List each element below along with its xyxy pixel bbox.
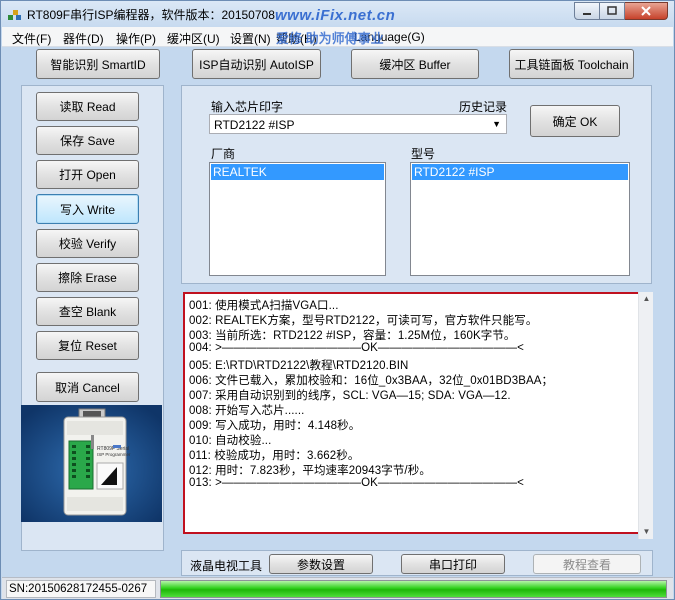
serial-print-button[interactable]: 串口打印	[401, 554, 505, 574]
log-line: 001: 使用模式A扫描VGA口...	[189, 300, 339, 312]
log-line: 006: 文件已载入，累加校验和：16位_0x3BAA，32位_0x01BD3B…	[189, 375, 554, 387]
write-button[interactable]: 写入 Write	[36, 194, 139, 224]
reset-button[interactable]: 复位 Reset	[36, 331, 139, 360]
app-icon	[8, 10, 21, 20]
vendor-label: 厂商	[211, 147, 236, 161]
log-output[interactable]: 001: 使用模式A扫描VGA口... 002: REALTEK方案，型号RTD…	[183, 292, 641, 534]
model-list[interactable]: RTD2122 #ISP	[410, 162, 630, 276]
tutorial-button[interactable]: 教程查看	[533, 554, 641, 574]
erase-button[interactable]: 擦除 Erase	[36, 263, 139, 292]
close-button[interactable]	[625, 2, 668, 20]
scroll-up-icon[interactable]: ▲	[639, 292, 654, 306]
programmer-device-image: RT809F Serial ISP Programmer	[21, 405, 162, 522]
title-bar[interactable]: RT809F串行ISP编程器，软件版本：20150708 www.iFix.ne…	[1, 1, 674, 27]
chip-select-panel: 输入芯片印字 历史记录 RTD2122 #ISP ▼ 确定 OK 厂商 型号 R…	[181, 85, 652, 284]
programmer-photo: RT809F Serial ISP Programmer	[21, 405, 162, 522]
chip-combobox[interactable]: RTD2122 #ISP ▼	[209, 114, 507, 134]
log-line: 003: 当前所选：RTD2122 #ISP，容量：1.25M位，160K字节。	[189, 330, 516, 342]
model-label: 型号	[411, 147, 436, 161]
chip-input-label: 输入芯片印字	[211, 100, 284, 114]
cancel-button[interactable]: 取消 Cancel	[36, 372, 139, 402]
menu-settings[interactable]: 设置(N)	[230, 30, 271, 47]
open-button[interactable]: 打开 Open	[36, 160, 139, 189]
vendor-list[interactable]: REALTEK	[209, 162, 386, 276]
window-title: RT809F串行ISP编程器，软件版本：20150708	[27, 8, 275, 22]
log-line: 005: E:\RTD\RTD2122\教程\RTD2120.BIN	[189, 360, 409, 372]
toolchain-button[interactable]: 工具链面板 Toolchain	[509, 49, 634, 79]
minimize-button[interactable]	[574, 2, 600, 20]
log-line: 007: 采用自动识别到的线序，SCL: VGA—15; SDA: VGA—12…	[189, 390, 511, 402]
dropdown-arrow-icon[interactable]: ▼	[492, 119, 501, 129]
history-label: 历史记录	[459, 100, 508, 114]
app-window: RT809F串行ISP编程器，软件版本：20150708 www.iFix.ne…	[0, 0, 675, 600]
menu-file[interactable]: 文件(F)	[12, 30, 51, 47]
status-bar: SN:20150628172455-0267	[2, 577, 673, 599]
menu-operation[interactable]: 操作(P)	[116, 30, 156, 47]
model-list-item[interactable]: RTD2122 #ISP	[412, 164, 628, 180]
menu-device[interactable]: 器件(D)	[63, 30, 104, 47]
log-line: 012: 用时：7.823秒，平均速率20943字节/秒。	[189, 465, 431, 477]
progress-fill	[161, 581, 666, 597]
verify-button[interactable]: 校验 Verify	[36, 229, 139, 258]
smartid-button[interactable]: 智能识别 SmartID	[36, 49, 160, 79]
log-scrollbar[interactable]: ▲ ▼	[638, 292, 653, 539]
minimize-icon	[583, 13, 591, 15]
ok-button[interactable]: 确定 OK	[530, 105, 620, 137]
log-line: 008: 开始写入芯片......	[189, 405, 305, 417]
watermark-url: www.iFix.net.cn	[275, 7, 396, 24]
save-button[interactable]: 保存 Save	[36, 126, 139, 155]
serial-number: SN:20150628172455-0267	[6, 580, 156, 598]
progress-bar	[160, 580, 667, 598]
menu-bar: 文件(F) 器件(D) 操作(P) 缓冲区(U) 设置(N) 帮助(H) Lan…	[2, 27, 673, 47]
close-icon	[641, 6, 651, 16]
autoisp-button[interactable]: ISP自动识别 AutoISP	[192, 49, 321, 79]
log-line: 011: 校验成功，用时：3.662秒。	[189, 450, 360, 462]
menu-buffer[interactable]: 缓冲区(U)	[167, 30, 220, 47]
scroll-down-icon[interactable]: ▼	[639, 525, 654, 539]
blank-button[interactable]: 查空 Blank	[36, 297, 139, 326]
lcd-tools-label: 液晶电视工具	[190, 559, 263, 573]
maximize-button[interactable]	[600, 2, 625, 20]
chip-combobox-value: RTD2122 #ISP	[214, 118, 295, 132]
device-label-line2: ISP Programmer	[97, 452, 131, 457]
log-line: 002: REALTEK方案，型号RTD2122，可读可写，官方软件只能写。	[189, 315, 538, 327]
params-button[interactable]: 参数设置	[269, 554, 373, 574]
log-line: 004: >————————————OK————————————<	[189, 342, 524, 354]
log-line: 010: 自动校验...	[189, 435, 272, 447]
log-line: 009: 写入成功，用时：4.148秒。	[189, 420, 361, 432]
vendor-list-item[interactable]: REALTEK	[211, 164, 384, 180]
watermark-text: 爱修 助为师傅事业	[276, 31, 384, 46]
maximize-icon	[607, 6, 617, 15]
log-line: 013: >————————————OK————————————<	[189, 477, 524, 489]
read-button[interactable]: 读取 Read	[36, 92, 139, 121]
buffer-button[interactable]: 缓冲区 Buffer	[351, 49, 479, 79]
